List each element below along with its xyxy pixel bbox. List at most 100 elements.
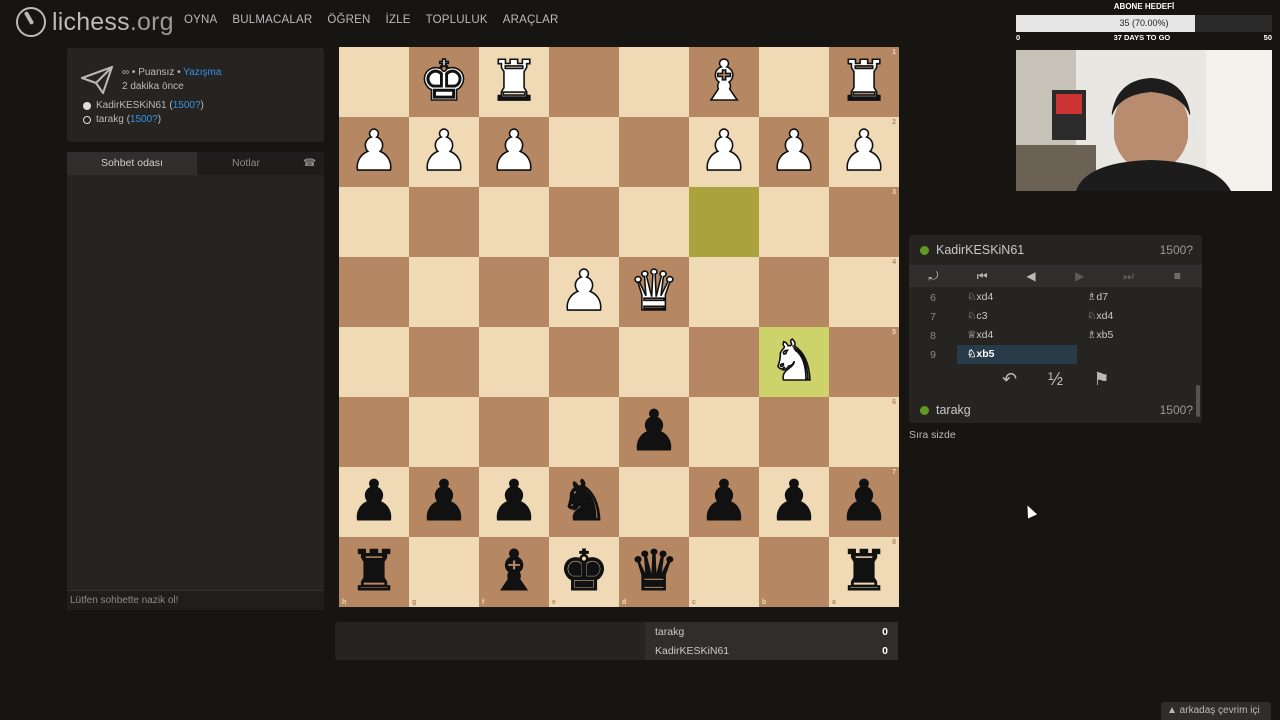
square-e7[interactable]: ♞: [549, 467, 619, 537]
square-a7[interactable]: 7 ♟: [829, 467, 899, 537]
white-rook-icon[interactable]: ♜: [488, 47, 540, 117]
black-pawn-icon[interactable]: ♟: [418, 467, 469, 537]
square-b1[interactable]: [759, 47, 829, 117]
menu-icon[interactable]: ≡: [1153, 269, 1202, 283]
square-f7[interactable]: ♟: [479, 467, 549, 537]
square-b2[interactable]: ♟: [759, 117, 829, 187]
white-rook-icon[interactable]: ♜: [838, 47, 890, 117]
nav-item-community[interactable]: TOPLULUK: [426, 14, 488, 26]
white-pawn-icon[interactable]: ♟: [698, 117, 750, 187]
resign-flag-icon[interactable]: ⚑: [1091, 369, 1113, 393]
square-e6[interactable]: [549, 397, 619, 467]
square-g7[interactable]: ♟: [409, 467, 479, 537]
white-pawn-icon[interactable]: ♟: [488, 117, 540, 187]
white-pawn-icon[interactable]: ♟: [348, 117, 400, 187]
square-a5[interactable]: 5: [829, 327, 899, 397]
white-pawn-icon[interactable]: ♟: [558, 257, 610, 327]
square-c3[interactable]: [689, 187, 759, 257]
move-white[interactable]: ♘xd4: [957, 288, 1077, 307]
square-d7[interactable]: [619, 467, 689, 537]
move-black[interactable]: ♘xd4: [1077, 307, 1197, 326]
nav-item-watch[interactable]: İZLE: [386, 14, 411, 26]
move-black[interactable]: [1077, 345, 1197, 364]
square-e3[interactable]: [549, 187, 619, 257]
tab-chat[interactable]: Sohbet odası: [67, 152, 197, 175]
square-c1[interactable]: ♝: [689, 47, 759, 117]
opponent-name[interactable]: KadirKESKiN61: [936, 243, 1024, 257]
square-h2[interactable]: ♟: [339, 117, 409, 187]
move-black[interactable]: ♗d7: [1077, 288, 1197, 307]
black-pawn-icon[interactable]: ♟: [348, 467, 399, 537]
move-white[interactable]: ♘c3: [957, 307, 1077, 326]
player-black[interactable]: tarakg (1500?): [83, 114, 161, 125]
square-b8[interactable]: b: [759, 537, 829, 607]
square-g8[interactable]: g: [409, 537, 479, 607]
square-h3[interactable]: [339, 187, 409, 257]
square-c4[interactable]: [689, 257, 759, 327]
phone-icon[interactable]: ☎: [295, 152, 324, 175]
square-b7[interactable]: ♟: [759, 467, 829, 537]
square-c2[interactable]: ♟: [689, 117, 759, 187]
square-d4[interactable]: ♛: [619, 257, 689, 327]
black-pawn-icon[interactable]: ♟: [698, 467, 749, 537]
white-pawn-icon[interactable]: ♟: [418, 117, 470, 187]
square-d6[interactable]: ♟: [619, 397, 689, 467]
square-f2[interactable]: ♟: [479, 117, 549, 187]
white-bishop-icon[interactable]: ♝: [698, 47, 750, 117]
move-white[interactable]: ♕xd4: [957, 326, 1077, 345]
square-d5[interactable]: [619, 327, 689, 397]
white-knight-icon[interactable]: ♞: [768, 327, 820, 397]
square-c5[interactable]: [689, 327, 759, 397]
black-pawn-icon[interactable]: ♟: [488, 467, 539, 537]
flip-board-icon[interactable]: ⤾: [909, 269, 958, 284]
square-g3[interactable]: [409, 187, 479, 257]
square-d2[interactable]: [619, 117, 689, 187]
square-f4[interactable]: [479, 257, 549, 327]
square-g4[interactable]: [409, 257, 479, 327]
my-name[interactable]: tarakg: [936, 403, 971, 417]
square-f3[interactable]: [479, 187, 549, 257]
square-h7[interactable]: ♟: [339, 467, 409, 537]
square-f1[interactable]: ♜: [479, 47, 549, 117]
square-d3[interactable]: [619, 187, 689, 257]
square-d1[interactable]: [619, 47, 689, 117]
square-e8[interactable]: e ♚: [549, 537, 619, 607]
square-e2[interactable]: [549, 117, 619, 187]
square-f6[interactable]: [479, 397, 549, 467]
square-g6[interactable]: [409, 397, 479, 467]
black-pawn-icon[interactable]: ♟: [838, 467, 889, 537]
square-g2[interactable]: ♟: [409, 117, 479, 187]
prev-move-icon[interactable]: ◀: [1007, 269, 1056, 283]
square-a4[interactable]: 4: [829, 257, 899, 327]
black-knight-icon[interactable]: ♞: [558, 467, 609, 537]
black-bishop-icon[interactable]: ♝: [488, 537, 539, 607]
square-a8[interactable]: 8 a ♜: [829, 537, 899, 607]
nav-item-puzzles[interactable]: BULMACALAR: [232, 14, 312, 26]
square-h6[interactable]: [339, 397, 409, 467]
nav-item-play[interactable]: OYNA: [184, 14, 217, 26]
square-b5[interactable]: ♞: [759, 327, 829, 397]
chess-board[interactable]: ♚ ♜ ♝ 1 ♜ ♟ ♟ ♟ ♟ ♟ 2 ♟ 3 ♟ ♛ 4 ♞ 5 ♟ 6 ♟ ♟ ♟ ♞ ♟ ♟ 7 ♟ h ♜ g f ♝ e ♚ d ♛ c b 8…: [339, 47, 899, 607]
square-d8[interactable]: d ♛: [619, 537, 689, 607]
square-f8[interactable]: f ♝: [479, 537, 549, 607]
white-queen-icon[interactable]: ♛: [628, 257, 680, 327]
move-white-active[interactable]: ♘xb5: [957, 345, 1077, 364]
player-white[interactable]: KadirKESKiN61 (1500?): [83, 100, 204, 111]
square-a1[interactable]: 1 ♜: [829, 47, 899, 117]
move-black[interactable]: ♗xb5: [1077, 326, 1197, 345]
square-a6[interactable]: 6: [829, 397, 899, 467]
square-h5[interactable]: [339, 327, 409, 397]
mode-link[interactable]: Yazışma: [183, 67, 221, 78]
square-a2[interactable]: 2 ♟: [829, 117, 899, 187]
friends-online-button[interactable]: ▲ arkadaş çevrim içi: [1161, 702, 1271, 720]
draw-offer-button[interactable]: ½: [1045, 369, 1067, 393]
black-king-icon[interactable]: ♚: [558, 537, 609, 607]
white-pawn-icon[interactable]: ♟: [768, 117, 820, 187]
white-king-icon[interactable]: ♚: [418, 47, 470, 117]
square-c6[interactable]: [689, 397, 759, 467]
square-h1[interactable]: [339, 47, 409, 117]
square-b3[interactable]: [759, 187, 829, 257]
square-b4[interactable]: [759, 257, 829, 327]
next-move-icon[interactable]: ▶: [1055, 269, 1104, 283]
square-f5[interactable]: [479, 327, 549, 397]
